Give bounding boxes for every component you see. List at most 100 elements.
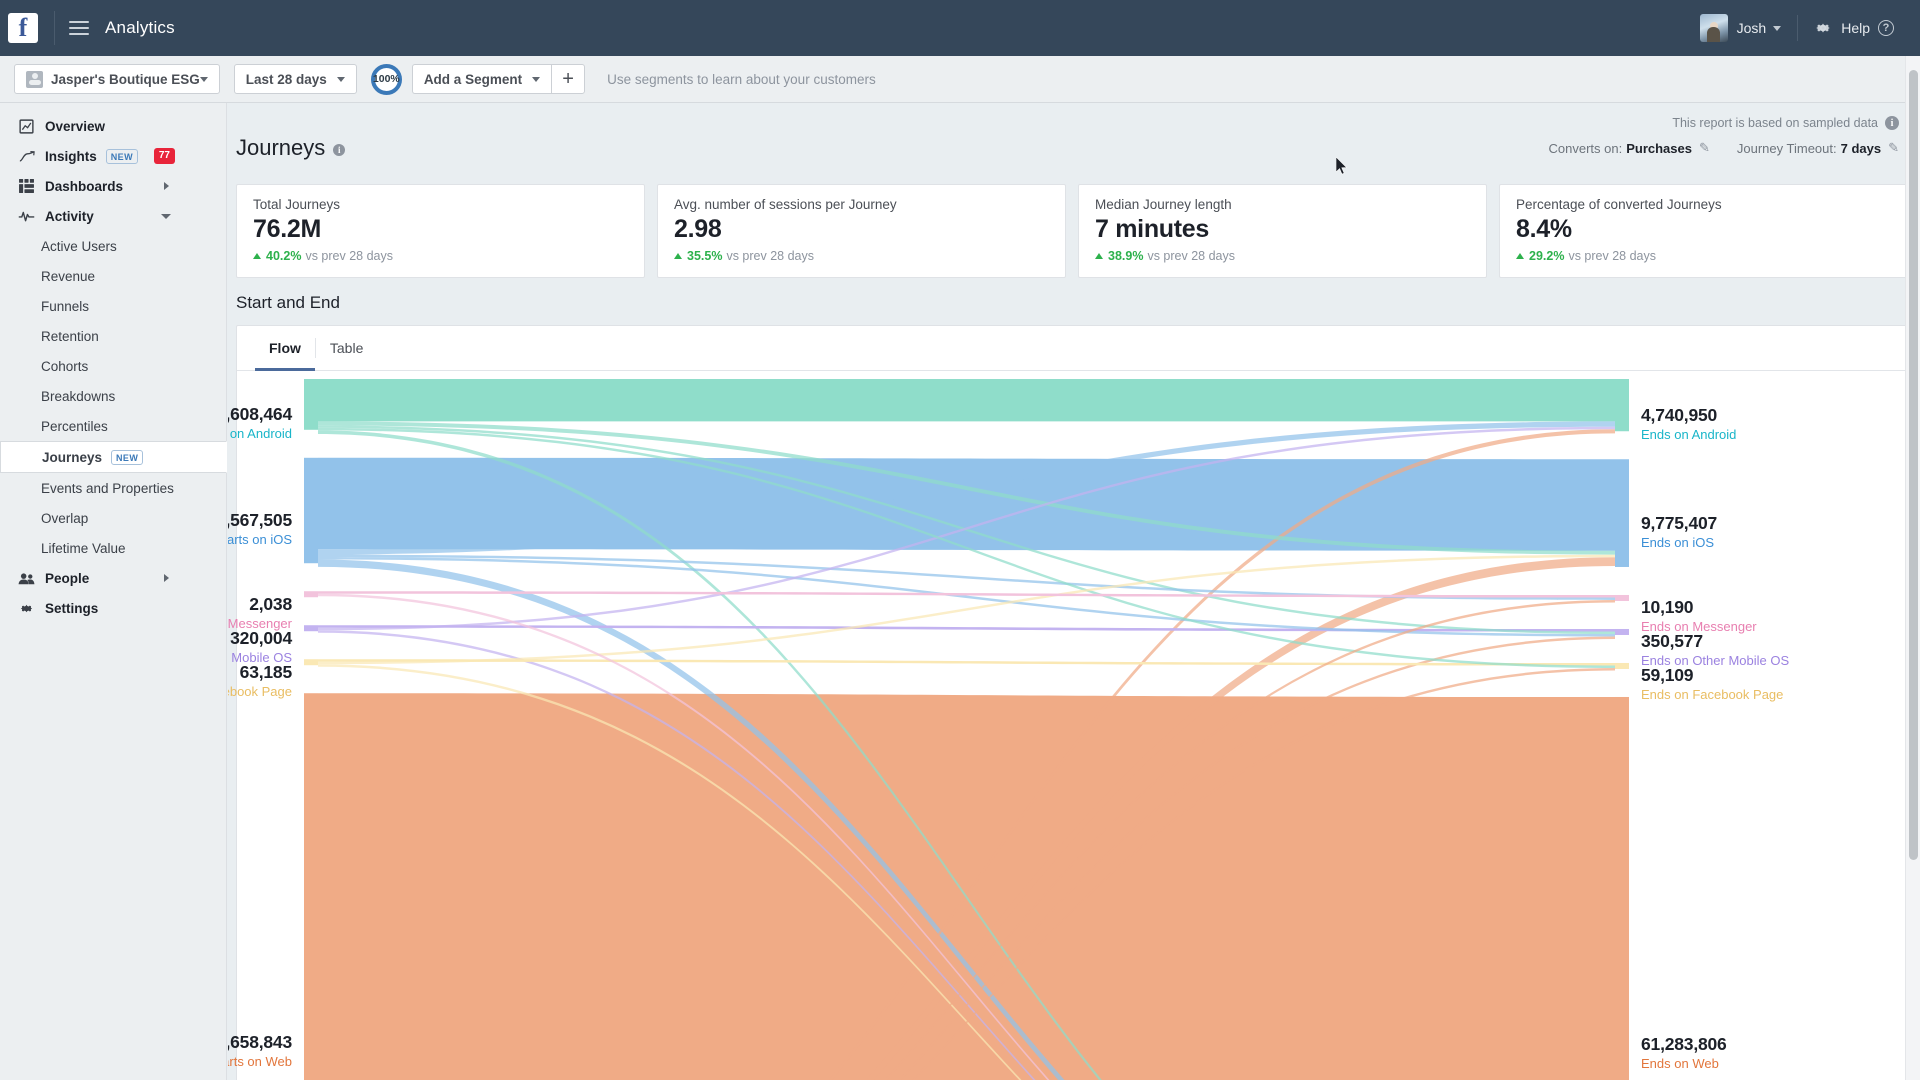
main-content: This report is based on sampled data i J… [228, 103, 1920, 1080]
question-circle-icon[interactable]: ? [1878, 20, 1894, 36]
sankey-label-value: 4,740,950 [1641, 404, 1718, 425]
sankey-link[interactable] [318, 379, 1615, 422]
chevron-down-icon [336, 76, 345, 82]
sankey-label-left-facebook_page: 63,185Starts on Facebook Page [228, 662, 292, 699]
sidebar-item-label: Retention [41, 328, 99, 344]
sankey-label-name: Ends on Facebook Page [1641, 687, 1784, 703]
info-icon[interactable]: i [333, 143, 346, 156]
facebook-logo-icon[interactable]: f [8, 13, 38, 43]
sankey-node-left-ios[interactable] [304, 457, 318, 564]
sankey-label-name: Ends on Android [1641, 426, 1737, 442]
sidebar-item-people[interactable]: People [0, 563, 226, 593]
sankey-node-right-messenger[interactable] [1615, 594, 1629, 601]
metric-card-delta: 29.2% vs prev 28 days [1516, 249, 1891, 263]
section-title: Start and End [236, 293, 340, 312]
user-name[interactable]: Josh [1737, 20, 1767, 36]
sidebar-item-overview[interactable]: Overview [0, 111, 226, 141]
metric-card-value: 7 minutes [1095, 215, 1209, 243]
metric-card-delta-pct: 40.2% [266, 249, 302, 263]
metric-card: Avg. number of sessions per Journey 2.98 3… [657, 184, 1066, 278]
sankey-node-right-facebook_page[interactable] [1615, 662, 1629, 669]
avatar[interactable] [1699, 14, 1728, 42]
add-segment-plus-button[interactable]: + [551, 64, 586, 94]
help-label[interactable]: Help [1841, 20, 1870, 36]
journey-settings-meta: Converts on: Purchases ✎ Journey Timeout… [1549, 140, 1899, 156]
filter-toolbar: Jasper's Boutique ESG Last 28 days 100% … [0, 56, 1920, 103]
sankey-node-right-android[interactable] [1615, 379, 1629, 432]
hamburger-menu-icon[interactable] [69, 21, 89, 35]
date-range-selector[interactable]: Last 28 days [233, 64, 357, 94]
sankey-link[interactable] [318, 457, 1615, 551]
sankey-node-left-web[interactable] [304, 693, 318, 1080]
sankey-label-left-web: 61,658,843Starts on Web [228, 1032, 292, 1069]
trend-up-arrow-icon [1516, 253, 1524, 259]
edit-converts-on-pencil-icon[interactable]: ✎ [1699, 140, 1710, 156]
new-badge: NEW [111, 449, 144, 465]
sidebar-item-lifetime-value[interactable]: Lifetime Value [0, 533, 226, 563]
sidebar-item-retention[interactable]: Retention [0, 321, 226, 351]
segment-hint-text: Use segments to learn about your custome… [607, 71, 876, 87]
sidebar-item-cohorts[interactable]: Cohorts [0, 351, 226, 381]
sankey-label-name: Starts on Android [228, 425, 292, 441]
sidebar-item-insights[interactable]: Insights NEW 77 [0, 141, 226, 171]
nav-divider [54, 11, 55, 45]
sampled-data-note: This report is based on sampled data i [1672, 116, 1899, 130]
gear-icon[interactable] [1814, 19, 1832, 37]
journey-timeout-label: Journey Timeout: [1736, 140, 1837, 156]
sidebar-item-percentiles[interactable]: Percentiles [0, 411, 226, 441]
sankey-label-name: Ends on iOS [1641, 534, 1714, 550]
sankey-node-right-ios[interactable] [1615, 459, 1629, 567]
metric-card: Percentage of converted Journeys 8.4% 29.2… [1499, 184, 1908, 278]
chevron-right-icon [164, 182, 169, 190]
sankey-node-right-web[interactable] [1615, 696, 1629, 1080]
chart-square-icon [17, 118, 36, 134]
sankey-node-right-other_mobile[interactable] [1615, 628, 1629, 635]
sidebar-item-label: Journeys [42, 449, 103, 465]
sampled-data-text: This report is based on sampled data [1672, 116, 1878, 130]
converts-on-value: Purchases [1626, 140, 1692, 156]
sidebar-item-active-users[interactable]: Active Users [0, 231, 226, 261]
sidebar-item-journeys[interactable]: Journeys NEW [0, 441, 227, 473]
chevron-down-icon[interactable] [1773, 25, 1782, 31]
sankey-label-value: 10,190 [1641, 597, 1694, 618]
metric-cards-row: Total Journeys 76.2M 40.2% vs prev 28 days A… [236, 184, 1908, 278]
metric-card-delta: 40.2% vs prev 28 days [253, 249, 628, 263]
add-segment-button[interactable]: Add a Segment [411, 64, 552, 94]
page-scrollbar-track[interactable] [1905, 56, 1920, 1080]
metric-card-delta-note: vs prev 28 days [1568, 249, 1656, 263]
sankey-links [318, 379, 1615, 1080]
sampling-percent-indicator[interactable]: 100% [370, 63, 402, 95]
account-avatar-icon [26, 70, 43, 88]
sidebar-item-events-and-properties[interactable]: Events and Properties [0, 473, 226, 503]
metric-card-delta: 35.5% vs prev 28 days [674, 249, 1049, 263]
sankey-link[interactable] [318, 554, 1615, 665]
sankey-label-name: Ends on Web [1641, 1056, 1719, 1072]
chevron-down-icon [161, 213, 171, 219]
edit-journey-timeout-pencil-icon[interactable]: ✎ [1888, 140, 1899, 156]
account-selector[interactable]: Jasper's Boutique ESG [14, 64, 220, 94]
sidebar-item-dashboards[interactable]: Dashboards [0, 171, 226, 201]
sankey-node-left-android[interactable] [304, 379, 318, 430]
sankey-label-value: 61,658,843 [228, 1032, 292, 1053]
sankey-label-value: 350,577 [1641, 631, 1703, 652]
sidebar-item-activity[interactable]: Activity [0, 201, 226, 231]
sidebar-item-funnels[interactable]: Funnels [0, 291, 226, 321]
tab-flow[interactable]: Flow [255, 326, 315, 371]
tab-table[interactable]: Table [316, 326, 377, 370]
page-scrollbar-thumb[interactable] [1909, 70, 1918, 860]
sidebar-item-revenue[interactable]: Revenue [0, 261, 226, 291]
sankey-node-left-other_mobile[interactable] [304, 625, 318, 632]
sidebar-item-settings[interactable]: Settings [0, 593, 226, 623]
sankey-node-left-facebook_page[interactable] [304, 659, 318, 666]
sidebar-item-label: Insights [45, 148, 97, 164]
metric-card-delta-note: vs prev 28 days [305, 249, 393, 263]
sidebar-item-overlap[interactable]: Overlap [0, 503, 226, 533]
account-name: Jasper's Boutique ESG [51, 71, 200, 87]
sidebar-item-breakdowns[interactable]: Breakdowns [0, 381, 226, 411]
sidebar-item-label: Revenue [41, 268, 96, 284]
info-icon[interactable]: i [1885, 116, 1899, 130]
sankey-label-value: 320,004 [230, 627, 292, 648]
sankey-label-value: 59,109 [1641, 665, 1694, 686]
sankey-node-left-messenger[interactable] [304, 591, 318, 598]
sidebar-navigation: Overview Insights NEW 77 Dashboards Activity A… [0, 103, 227, 1080]
